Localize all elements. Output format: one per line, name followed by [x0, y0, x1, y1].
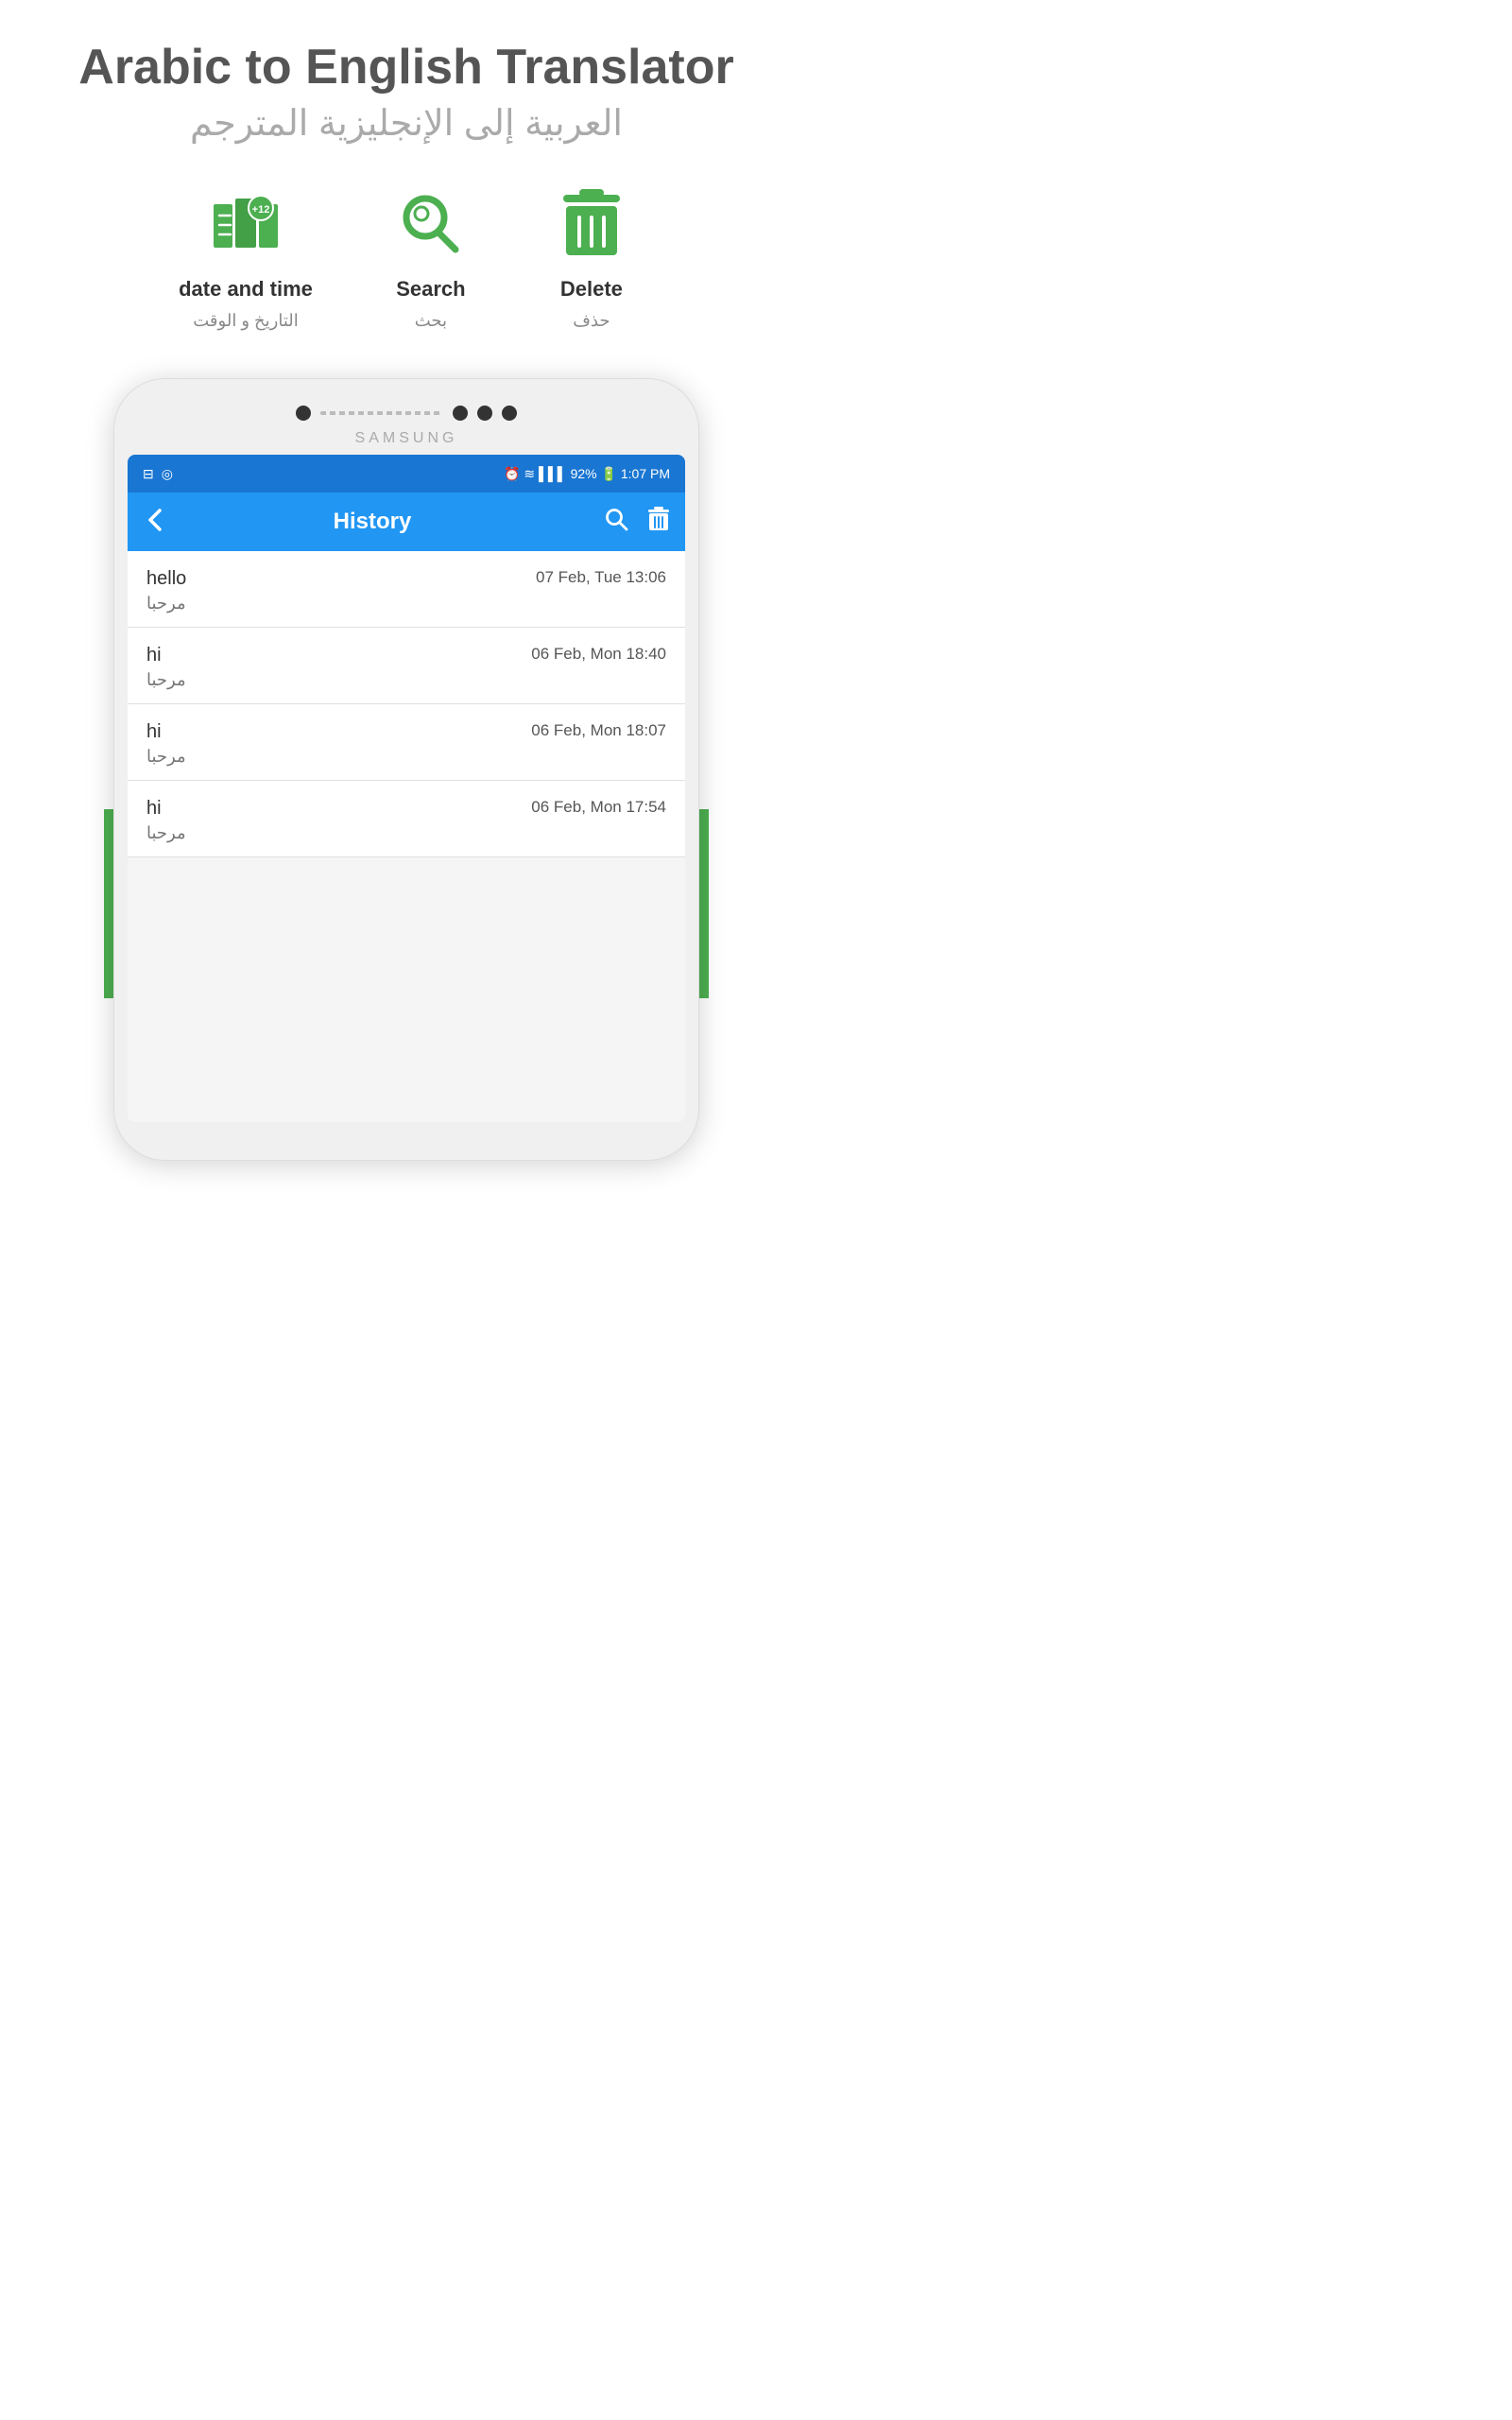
history-item[interactable]: hello 07 Feb, Tue 13:06 مرحبا: [128, 551, 685, 628]
status-alarm: ⏰: [504, 466, 524, 481]
status-right-info: ⏰ ≋ ▌▌▌ 92% 🔋 1:07 PM: [504, 466, 670, 482]
status-bar: ⊟ ◎ ⏰ ≋ ▌▌▌ 92% 🔋 1:07 PM: [128, 455, 685, 493]
title-section: Arabic to English Translator العربية إلى…: [78, 38, 733, 145]
history-translation: مرحبا: [146, 594, 666, 614]
phone-screen: ⊟ ◎ ⏰ ≋ ▌▌▌ 92% 🔋 1:07 PM: [128, 455, 685, 1122]
feature-delete[interactable]: Delete حذف: [549, 182, 634, 331]
delete-button[interactable]: [647, 507, 670, 537]
history-item[interactable]: hi 06 Feb, Mon 17:54 مرحبا: [128, 781, 685, 857]
status-signal: ▌▌▌: [539, 466, 571, 481]
samsung-brand: SAMSUNG: [128, 430, 685, 447]
history-translation: مرحبا: [146, 823, 666, 843]
app-bar-title: History: [156, 509, 589, 535]
feature-datetime[interactable]: +12 date and time التاريخ و الوقت: [179, 182, 313, 331]
search-icon: [388, 182, 473, 268]
phone-device: SAMSUNG ⊟ ◎ ⏰ ≋ ▌▌▌ 92% 🔋 1:07 PM: [113, 378, 699, 1161]
phone-indicators: [128, 406, 685, 421]
history-list: hello 07 Feb, Tue 13:06 مرحبا hi 06 Feb,…: [128, 551, 685, 857]
status-icon-2: ◎: [162, 466, 173, 482]
dot-4: [502, 406, 517, 421]
status-left-icons: ⊟ ◎: [143, 466, 173, 482]
search-button[interactable]: [604, 507, 628, 537]
history-date: 07 Feb, Tue 13:06: [536, 568, 666, 587]
dot-3: [477, 406, 492, 421]
feature-search-label-ar: بحث: [415, 311, 447, 331]
delete-icon: [549, 182, 634, 268]
map-icon: +12: [203, 182, 288, 268]
feature-datetime-label-ar: التاريخ و الوقت: [193, 311, 298, 331]
history-word: hello: [146, 568, 186, 590]
app-title-arabic: العربية إلى الإنجليزية المترجم: [78, 102, 733, 145]
feature-delete-label-ar: حذف: [573, 311, 610, 331]
history-translation: مرحبا: [146, 747, 666, 767]
phone-wrapper: SAMSUNG ⊟ ◎ ⏰ ≋ ▌▌▌ 92% 🔋 1:07 PM: [104, 378, 709, 1161]
feature-search[interactable]: Search بحث: [388, 182, 473, 331]
app-bar-actions: [604, 507, 670, 537]
dot-dash: [320, 411, 443, 415]
feature-search-label-en: Search: [396, 277, 465, 302]
feature-delete-label-en: Delete: [560, 277, 623, 302]
history-item-row: hello 07 Feb, Tue 13:06: [146, 568, 666, 590]
history-item-row: hi 06 Feb, Mon 18:07: [146, 721, 666, 743]
status-wifi: ≋: [524, 466, 539, 481]
feature-datetime-label-en: date and time: [179, 277, 313, 302]
features-row: +12 date and time التاريخ و الوقت Search…: [19, 182, 794, 331]
history-translation: مرحبا: [146, 670, 666, 690]
history-item[interactable]: hi 06 Feb, Mon 18:07 مرحبا: [128, 704, 685, 781]
status-battery-icon: 🔋: [601, 466, 621, 481]
status-time: 1:07 PM: [621, 466, 670, 481]
history-date: 06 Feb, Mon 18:07: [531, 721, 666, 740]
history-word: hi: [146, 645, 162, 666]
app-title-english: Arabic to English Translator: [78, 38, 733, 96]
history-date: 06 Feb, Mon 17:54: [531, 798, 666, 817]
dot-2: [453, 406, 468, 421]
history-item-row: hi 06 Feb, Mon 18:40: [146, 645, 666, 666]
history-item[interactable]: hi 06 Feb, Mon 18:40 مرحبا: [128, 628, 685, 704]
history-item-row: hi 06 Feb, Mon 17:54: [146, 798, 666, 820]
history-date: 06 Feb, Mon 18:40: [531, 645, 666, 664]
history-word: hi: [146, 798, 162, 820]
status-battery: 92%: [571, 466, 597, 481]
app-bar: History: [128, 493, 685, 551]
status-icon-1: ⊟: [143, 466, 154, 482]
history-empty-area: [128, 857, 685, 1122]
history-word: hi: [146, 721, 162, 743]
svg-text:+12: +12: [252, 204, 270, 216]
dot-1: [296, 406, 311, 421]
